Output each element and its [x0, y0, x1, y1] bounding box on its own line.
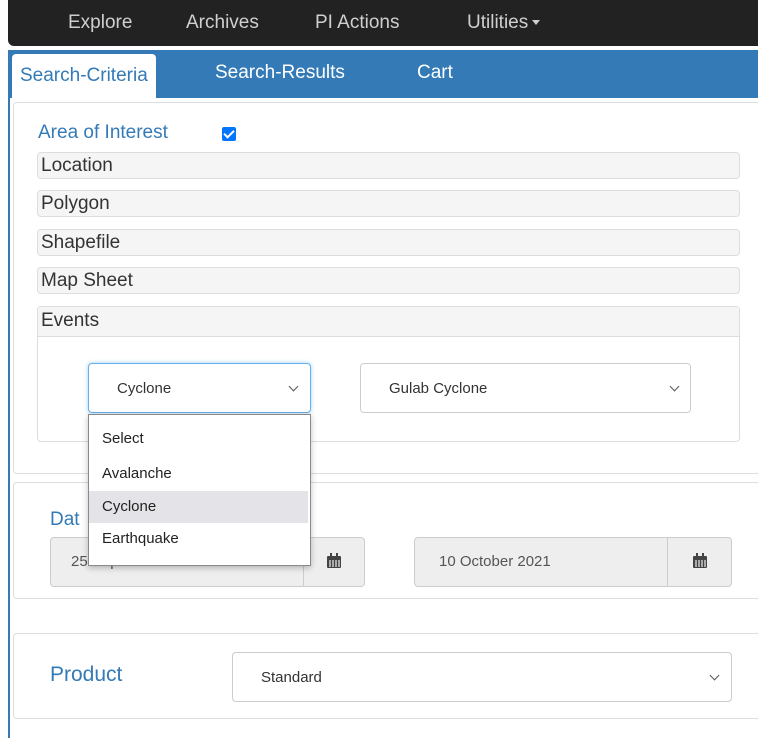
- area-of-interest-title: Area of Interest: [38, 122, 168, 143]
- end-date-calendar-button[interactable]: [667, 537, 732, 587]
- event-name-select[interactable]: Gulab Cyclone: [360, 363, 691, 413]
- chevron-down-icon: [709, 670, 720, 681]
- tab-search-criteria[interactable]: Search-Criteria: [12, 54, 156, 98]
- section-location[interactable]: Location: [37, 152, 740, 179]
- nav-archives[interactable]: Archives: [186, 12, 259, 34]
- nav-utilities[interactable]: Utilities: [467, 12, 541, 34]
- area-of-interest-checkbox[interactable]: [222, 127, 236, 141]
- nav-pi-actions[interactable]: PI Actions: [315, 12, 400, 34]
- option-cyclone[interactable]: Cyclone: [89, 491, 308, 523]
- tab-cart[interactable]: Cart: [417, 62, 453, 84]
- section-map-sheet-label: Map Sheet: [41, 270, 133, 291]
- start-date-calendar-button[interactable]: [303, 537, 365, 587]
- chevron-down-icon: [288, 381, 299, 392]
- section-shapefile[interactable]: Shapefile: [37, 229, 740, 256]
- date-title: Dat: [50, 509, 80, 530]
- calendar-icon: [692, 553, 707, 568]
- event-name-value: Gulab Cyclone: [389, 380, 488, 397]
- top-navbar: Explore Archives PI Actions Utilities: [8, 0, 758, 46]
- product-label: Product: [50, 663, 123, 686]
- option-earthquake[interactable]: Earthquake: [89, 523, 308, 555]
- nav-explore[interactable]: Explore: [68, 12, 132, 34]
- section-map-sheet[interactable]: Map Sheet: [37, 267, 740, 294]
- product-value: Standard: [261, 669, 322, 686]
- chevron-down-icon: [669, 381, 680, 392]
- event-type-select[interactable]: Cyclone: [88, 363, 311, 413]
- section-location-label: Location: [41, 155, 113, 176]
- section-shapefile-label: Shapefile: [41, 232, 121, 253]
- content-left-border: [8, 98, 10, 738]
- product-select[interactable]: Standard: [232, 652, 732, 702]
- section-polygon[interactable]: Polygon: [37, 190, 740, 217]
- section-polygon-label: Polygon: [41, 193, 110, 214]
- calendar-icon: [327, 553, 341, 568]
- tab-bar: Search-Criteria Search-Results Cart: [8, 50, 758, 98]
- event-type-value: Cyclone: [117, 380, 172, 397]
- end-date-input[interactable]: 10 October 2021: [414, 537, 668, 587]
- option-avalanche[interactable]: Avalanche: [89, 458, 308, 490]
- option-select[interactable]: Select: [89, 423, 308, 455]
- caret-down-icon: [532, 20, 541, 26]
- tab-search-results[interactable]: Search-Results: [215, 62, 345, 84]
- nav-utilities-label: Utilities: [467, 12, 529, 33]
- event-type-dropdown: Select Avalanche Cyclone Earthquake: [88, 414, 311, 566]
- section-events[interactable]: Events: [38, 307, 739, 337]
